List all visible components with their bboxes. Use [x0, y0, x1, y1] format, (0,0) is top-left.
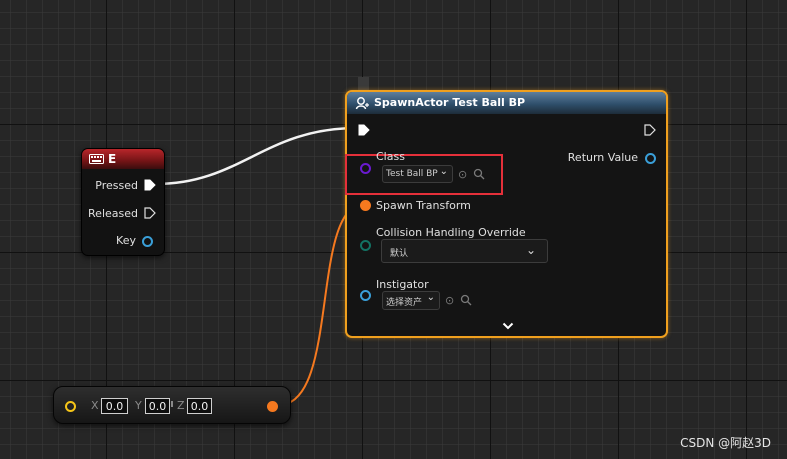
spawn-actor-icon — [355, 97, 369, 110]
return-value-pin[interactable] — [645, 153, 656, 164]
vector-input-pin[interactable] — [65, 401, 76, 412]
node-comment-tab — [358, 77, 369, 90]
spawn-transform-label: Spawn Transform — [376, 199, 471, 212]
chevron-down-icon: ⌄ — [439, 166, 448, 177]
transform-output-pin[interactable] — [267, 401, 278, 412]
return-value-label: Return Value — [567, 151, 638, 164]
collision-pin[interactable] — [360, 240, 371, 251]
spawn-transform-pin[interactable] — [360, 200, 371, 211]
browse-arrow-icon[interactable]: ⊙ — [458, 169, 467, 180]
expand-chevron-icon[interactable] — [502, 322, 514, 330]
search-icon[interactable] — [473, 168, 485, 180]
z-divider — [171, 401, 173, 407]
key-event-title: E — [108, 152, 117, 166]
spawn-actor-title: SpawnActor Test Ball BP — [374, 96, 526, 109]
key-event-header[interactable]: E — [82, 149, 164, 169]
spawn-actor-node[interactable]: SpawnActor Test Ball BP Class Test Ball … — [345, 90, 668, 338]
x-label: X — [91, 399, 99, 412]
class-combo-value: Test Ball BP — [386, 169, 438, 179]
instigator-combo[interactable]: 选择资产 ⌄ — [382, 291, 440, 310]
class-combo[interactable]: Test Ball BP ⌄ — [382, 165, 453, 183]
key-label: Key — [116, 234, 136, 247]
instigator-label: Instigator — [376, 278, 429, 291]
pressed-label: Pressed — [95, 179, 138, 192]
class-label: Class — [376, 150, 405, 163]
pressed-exec-pin[interactable] — [144, 179, 156, 191]
collision-combo-value: 默认 — [390, 249, 409, 259]
instigator-pin[interactable] — [360, 290, 371, 301]
chevron-down-icon: ⌄ — [525, 243, 536, 257]
key-struct-pin[interactable] — [142, 236, 153, 247]
released-label: Released — [88, 207, 138, 220]
spawn-actor-header[interactable]: SpawnActor Test Ball BP — [347, 92, 666, 114]
class-pin[interactable] — [360, 163, 371, 174]
chevron-down-icon: ⌄ — [426, 292, 435, 303]
y-label: Y — [135, 399, 142, 412]
released-exec-pin[interactable] — [144, 207, 156, 219]
collision-label: Collision Handling Override — [376, 226, 526, 239]
z-label: Z — [177, 399, 185, 412]
keyboard-icon — [89, 154, 104, 164]
exec-wire — [155, 126, 358, 186]
x-field[interactable]: 0.0 — [101, 398, 128, 414]
exec-in-pin[interactable] — [358, 124, 370, 136]
collision-combo[interactable]: 默认 ⌄ — [381, 239, 548, 263]
z-field[interactable]: 0.0 — [187, 398, 212, 414]
make-transform-node[interactable]: X 0.0 Y 0.0 Z 0.0 — [53, 386, 291, 424]
exec-out-pin[interactable] — [644, 124, 656, 136]
instigator-combo-value: 选择资产 — [386, 298, 423, 308]
browse-arrow-icon[interactable]: ⊙ — [445, 295, 454, 306]
key-event-node[interactable]: E Pressed Released Key — [81, 148, 165, 256]
search-icon[interactable] — [460, 294, 472, 306]
y-field[interactable]: 0.0 — [145, 398, 170, 414]
watermark: CSDN @阿赵3D — [680, 436, 771, 450]
